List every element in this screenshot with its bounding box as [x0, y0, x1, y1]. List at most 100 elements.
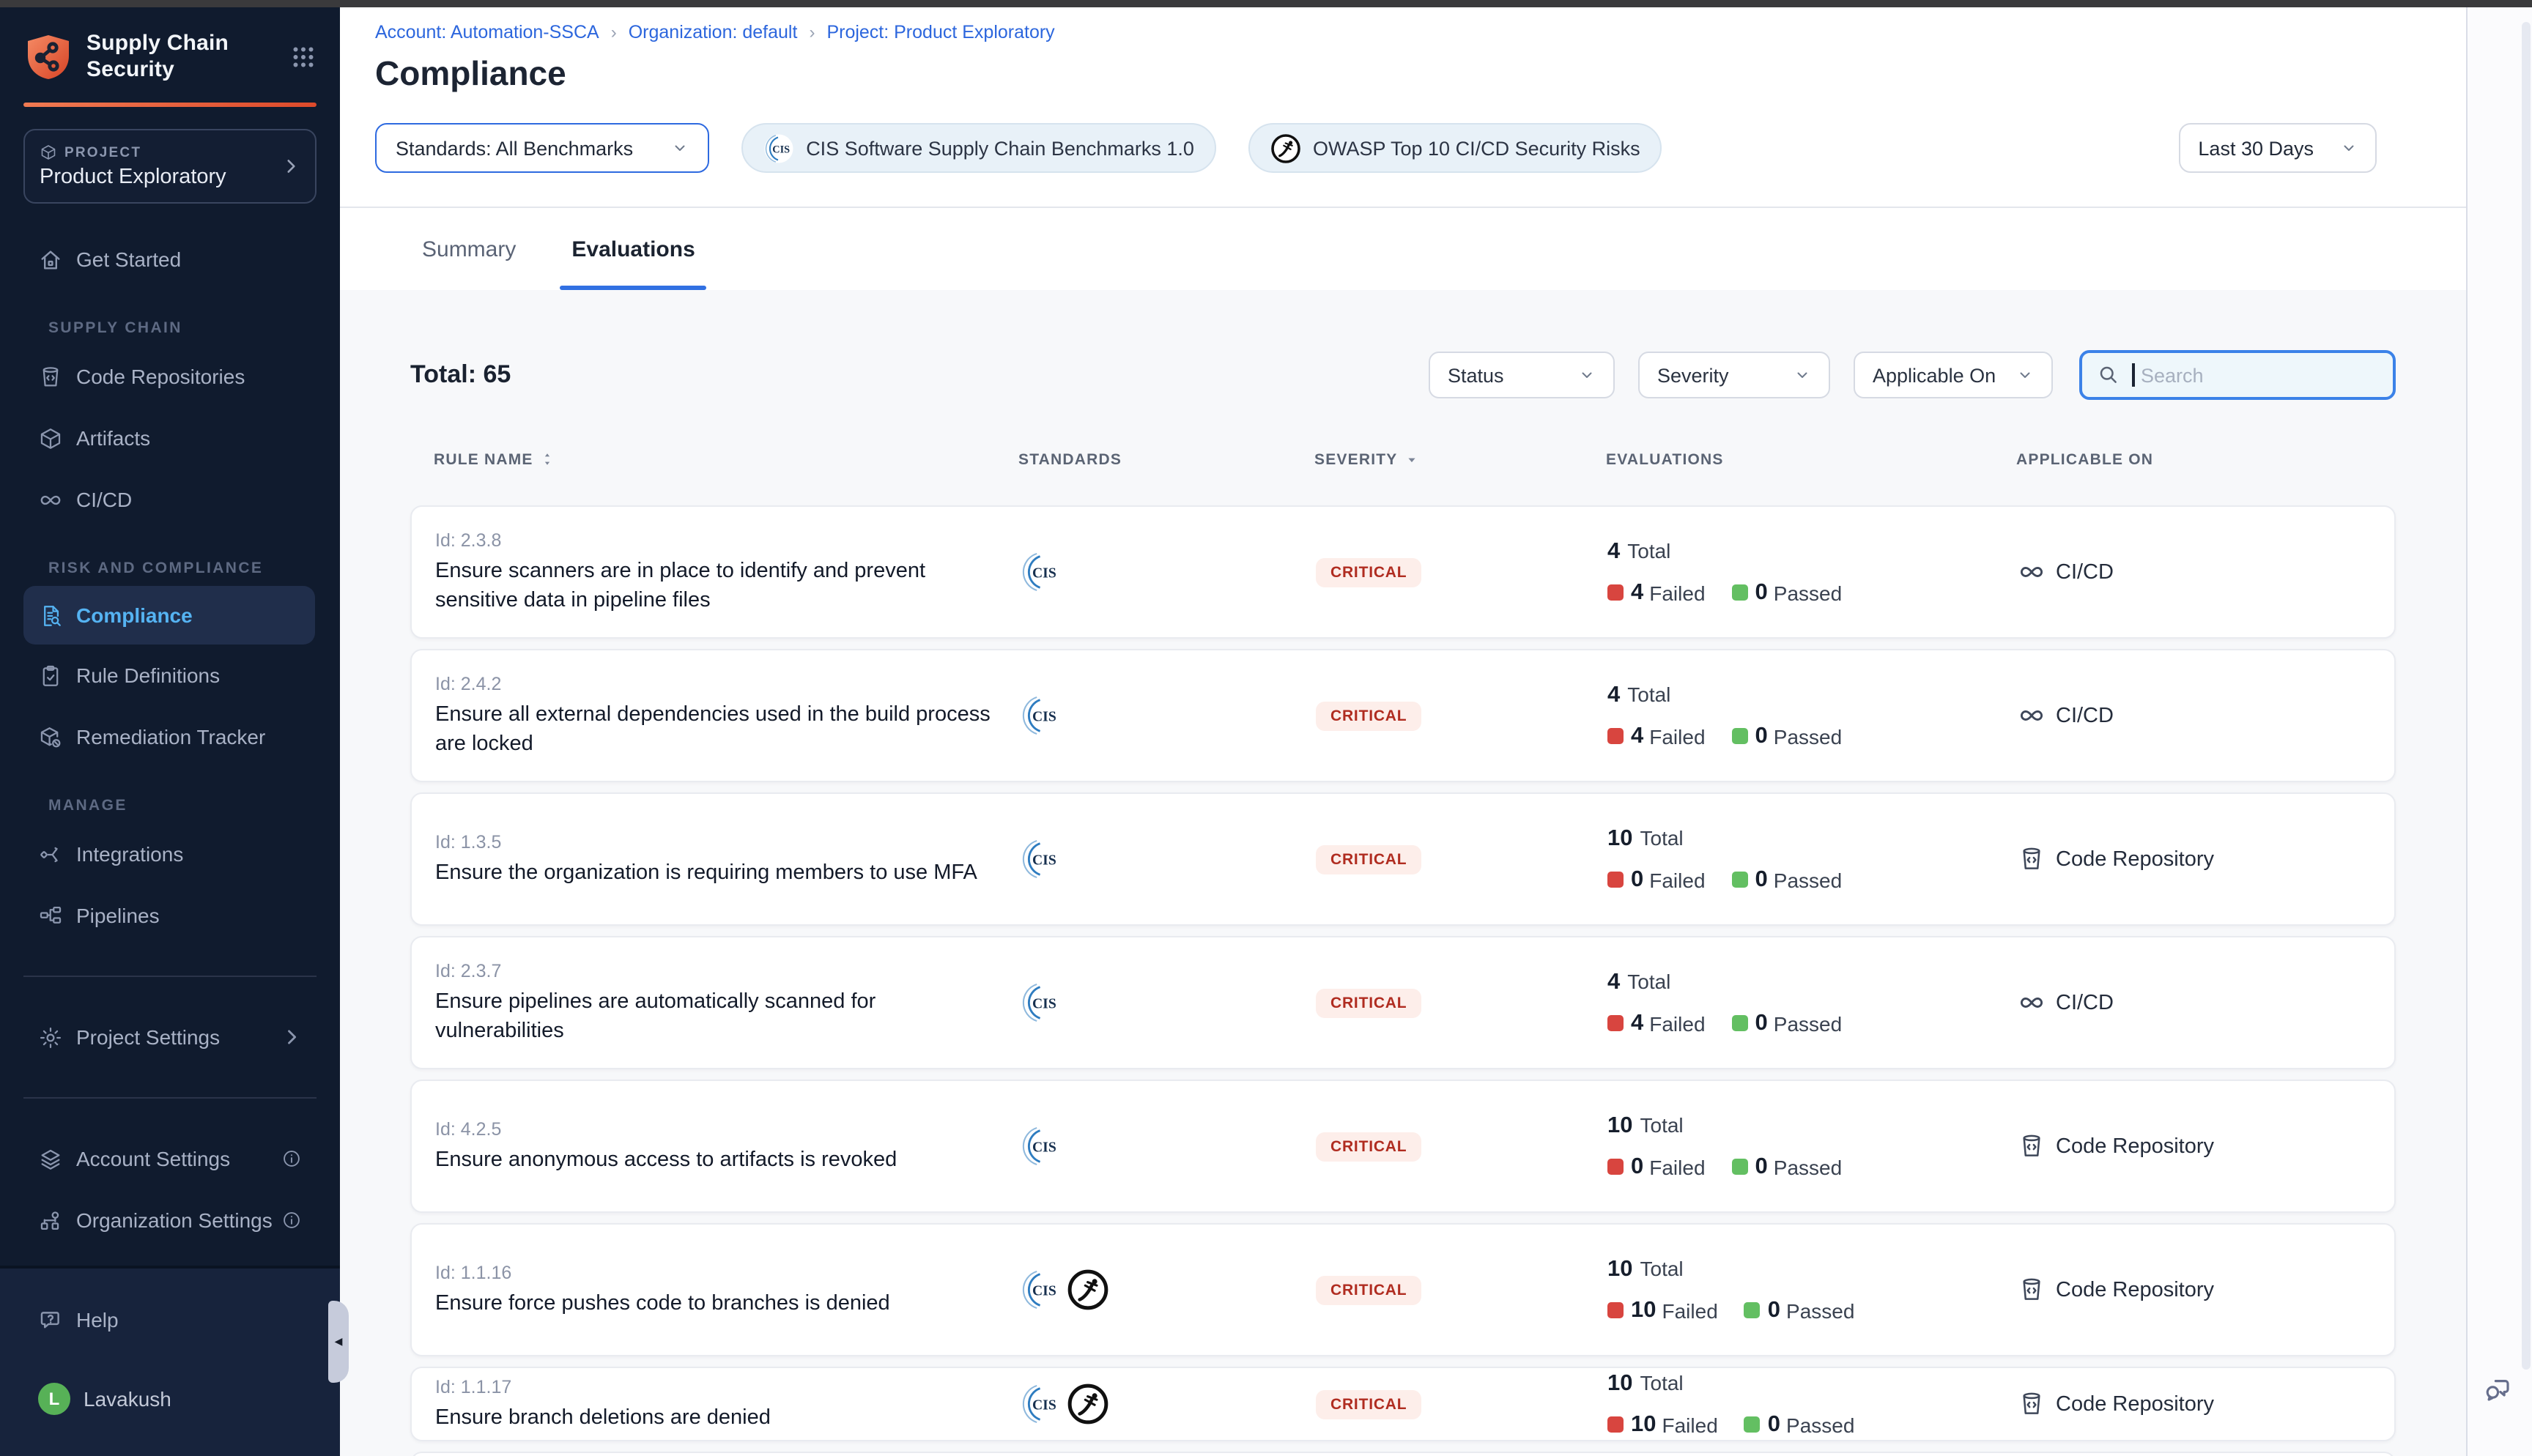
chevron-right-icon [281, 157, 300, 176]
cis-logo-icon: CIS [1020, 551, 1062, 593]
applicable-on-cell: Code Repository [2018, 1276, 2371, 1304]
app-window: Supply Chain Security PROJECT Product Ex… [0, 0, 2532, 1456]
standards-cell: CIS [1020, 838, 1316, 880]
breadcrumb-organization[interactable]: Organization: default [629, 22, 798, 42]
sidebar-item-remediation-tracker[interactable]: Remediation Tracker [0, 706, 340, 768]
scrollbar-thumb[interactable] [2522, 22, 2531, 1370]
rule-id: Id: 2.4.2 [435, 673, 993, 694]
brand-accent-rule [23, 103, 316, 107]
table-row[interactable]: Id: 4.2.5 Ensure anonymous access to art… [410, 1080, 2396, 1213]
table-row[interactable]: Id: 2.4.2 Ensure all external dependenci… [410, 649, 2396, 782]
info-icon[interactable] [281, 1210, 302, 1230]
evaluations-cell: 4 Total 4 Failed 0 Passed [1607, 969, 2018, 1036]
chip-owasp-top10[interactable]: OWASP Top 10 CI/CD Security Risks [1248, 123, 1662, 173]
table-toolbar: Total: 65 Status Severity Applicable On [410, 350, 2396, 400]
passed-indicator [1732, 728, 1748, 744]
sidebar-item-project-settings[interactable]: Project Settings [0, 1006, 340, 1068]
cis-logo-icon: CIS [1020, 838, 1062, 880]
breadcrumb-account[interactable]: Account: Automation-SSCA [375, 22, 599, 42]
pipelines-icon [38, 903, 63, 928]
table-row[interactable]: Id: 1.3.5 Ensure the organization is req… [410, 792, 2396, 926]
search-input[interactable] [2079, 350, 2396, 400]
total-count-value: 4 [1607, 538, 1620, 565]
sidebar-item-account-settings[interactable]: Account Settings [0, 1128, 340, 1189]
chevron-down-icon [1578, 366, 1596, 384]
user-name: Lavakush [84, 1387, 171, 1411]
standards-dropdown[interactable]: Standards: All Benchmarks [375, 123, 709, 173]
failed-count-value: 10 [1631, 1411, 1656, 1438]
column-header-severity[interactable]: SEVERITY [1314, 450, 1606, 468]
sidebar-item-organization-settings[interactable]: Organization Settings [0, 1189, 340, 1251]
table-row[interactable]: Id: 2.3.7 Ensure pipelines are automatic… [410, 936, 2396, 1069]
tab-summary[interactable]: Summary [410, 208, 528, 290]
project-name: Product Exploratory [40, 166, 281, 189]
column-header-rule-name[interactable]: RULE NAME [434, 450, 1018, 468]
applicable-on-cell: CI/CD [2018, 989, 2371, 1017]
sidebar-section-label: RISK AND COMPLIANCE [0, 551, 340, 586]
table-row[interactable]: Id: 2.3.8 Ensure scanners are in place t… [410, 505, 2396, 639]
cicd-infinity-icon [2018, 702, 2046, 729]
evaluations-panel: Total: 65 Status Severity Applicable On [340, 350, 2466, 1456]
cis-logo-icon: CIS [1020, 981, 1062, 1024]
standards-cell: CIS [1020, 1125, 1316, 1167]
rule-name: Ensure force pushes code to branches is … [435, 1288, 993, 1318]
sidebar-item-help[interactable]: Help [0, 1289, 340, 1351]
project-selector[interactable]: PROJECT Product Exploratory [23, 129, 316, 204]
app-grid-icon[interactable] [290, 44, 316, 70]
chevron-down-icon [2340, 139, 2358, 157]
severity-filter-dropdown[interactable]: Severity [1638, 352, 1830, 398]
chip-cis-benchmarks[interactable]: CIS CIS Software Supply Chain Benchmarks… [741, 123, 1216, 173]
total-count-value: 10 [1607, 1113, 1633, 1139]
passed-indicator [1732, 1015, 1748, 1031]
total-count-value: 4 [1607, 969, 1620, 995]
table-header-row: RULE NAME STANDARDS SEVERITY EVALUATIONS… [410, 448, 2396, 470]
sidebar-collapse-handle[interactable]: ◀ [328, 1301, 349, 1383]
table-row[interactable]: Id: 1.1.17 Ensure branch deletions are d… [410, 1367, 2396, 1441]
svg-text:CIS: CIS [1032, 708, 1056, 724]
sidebar-item-artifacts[interactable]: Artifacts [0, 407, 340, 469]
passed-indicator [1732, 872, 1748, 888]
failed-count-value: 4 [1631, 723, 1643, 749]
breadcrumb-project[interactable]: Project: Product Exploratory [826, 22, 1054, 42]
failed-indicator [1607, 1302, 1624, 1318]
passed-count-value: 0 [1755, 579, 1768, 606]
breadcrumb: Account: Automation-SSCA › Organization:… [375, 22, 2431, 42]
evaluations-cell: 10 Total 0 Failed 0 Passed [1607, 825, 2018, 893]
sidebar-item-code-repositories[interactable]: Code Repositories [0, 346, 340, 407]
sidebar-item-integrations[interactable]: Integrations [0, 823, 340, 885]
org-gear-icon [38, 1208, 63, 1233]
avatar: L [38, 1383, 70, 1415]
main-content: Account: Automation-SSCA › Organization:… [340, 7, 2466, 1456]
total-count-value: 10 [1607, 1256, 1633, 1282]
period-dropdown[interactable]: Last 30 Days [2179, 123, 2377, 173]
user-menu[interactable]: L Lavakush [0, 1368, 340, 1430]
severity-badge: CRITICAL [1316, 1389, 1421, 1419]
applicable-on-label: Code Repository [2056, 1134, 2214, 1158]
sidebar-item-pipelines[interactable]: Pipelines [0, 885, 340, 946]
sidebar-footer: Help L Lavakush [0, 1266, 340, 1456]
failed-count-value: 0 [1631, 866, 1643, 893]
applicable-on-label: Code Repository [2056, 847, 2214, 871]
sort-descending-icon [1403, 451, 1419, 467]
sidebar-item-compliance[interactable]: Compliance [23, 586, 315, 645]
cicd-infinity-icon [2018, 989, 2046, 1017]
cicd-infinity-icon [2018, 558, 2046, 586]
svg-text:CIS: CIS [1032, 1397, 1056, 1413]
info-icon[interactable] [281, 1148, 302, 1169]
status-filter-dropdown[interactable]: Status [1429, 352, 1615, 398]
sidebar-item-ci-cd[interactable]: CI/CD [0, 469, 340, 530]
applicable-on-filter-dropdown[interactable]: Applicable On [1854, 352, 2053, 398]
failed-indicator [1607, 584, 1624, 601]
table-row[interactable]: Id: 1.1.16 Ensure force pushes code to b… [410, 1223, 2396, 1356]
tab-evaluations[interactable]: Evaluations [560, 208, 706, 290]
page-title: Compliance [375, 54, 2431, 94]
sidebar-item-get-started[interactable]: Get Started [0, 229, 340, 290]
svg-text:CIS: CIS [1032, 565, 1056, 581]
sidebar-item-rule-definitions[interactable]: Rule Definitions [0, 645, 340, 706]
support-chat-icon[interactable] [2482, 1374, 2513, 1405]
sort-icon [539, 451, 555, 467]
owasp-logo-icon [1067, 1269, 1109, 1311]
table-body: Id: 2.3.8 Ensure scanners are in place t… [410, 505, 2396, 1441]
code-repo-icon [2018, 1390, 2046, 1418]
svg-text:CIS: CIS [1032, 852, 1056, 868]
